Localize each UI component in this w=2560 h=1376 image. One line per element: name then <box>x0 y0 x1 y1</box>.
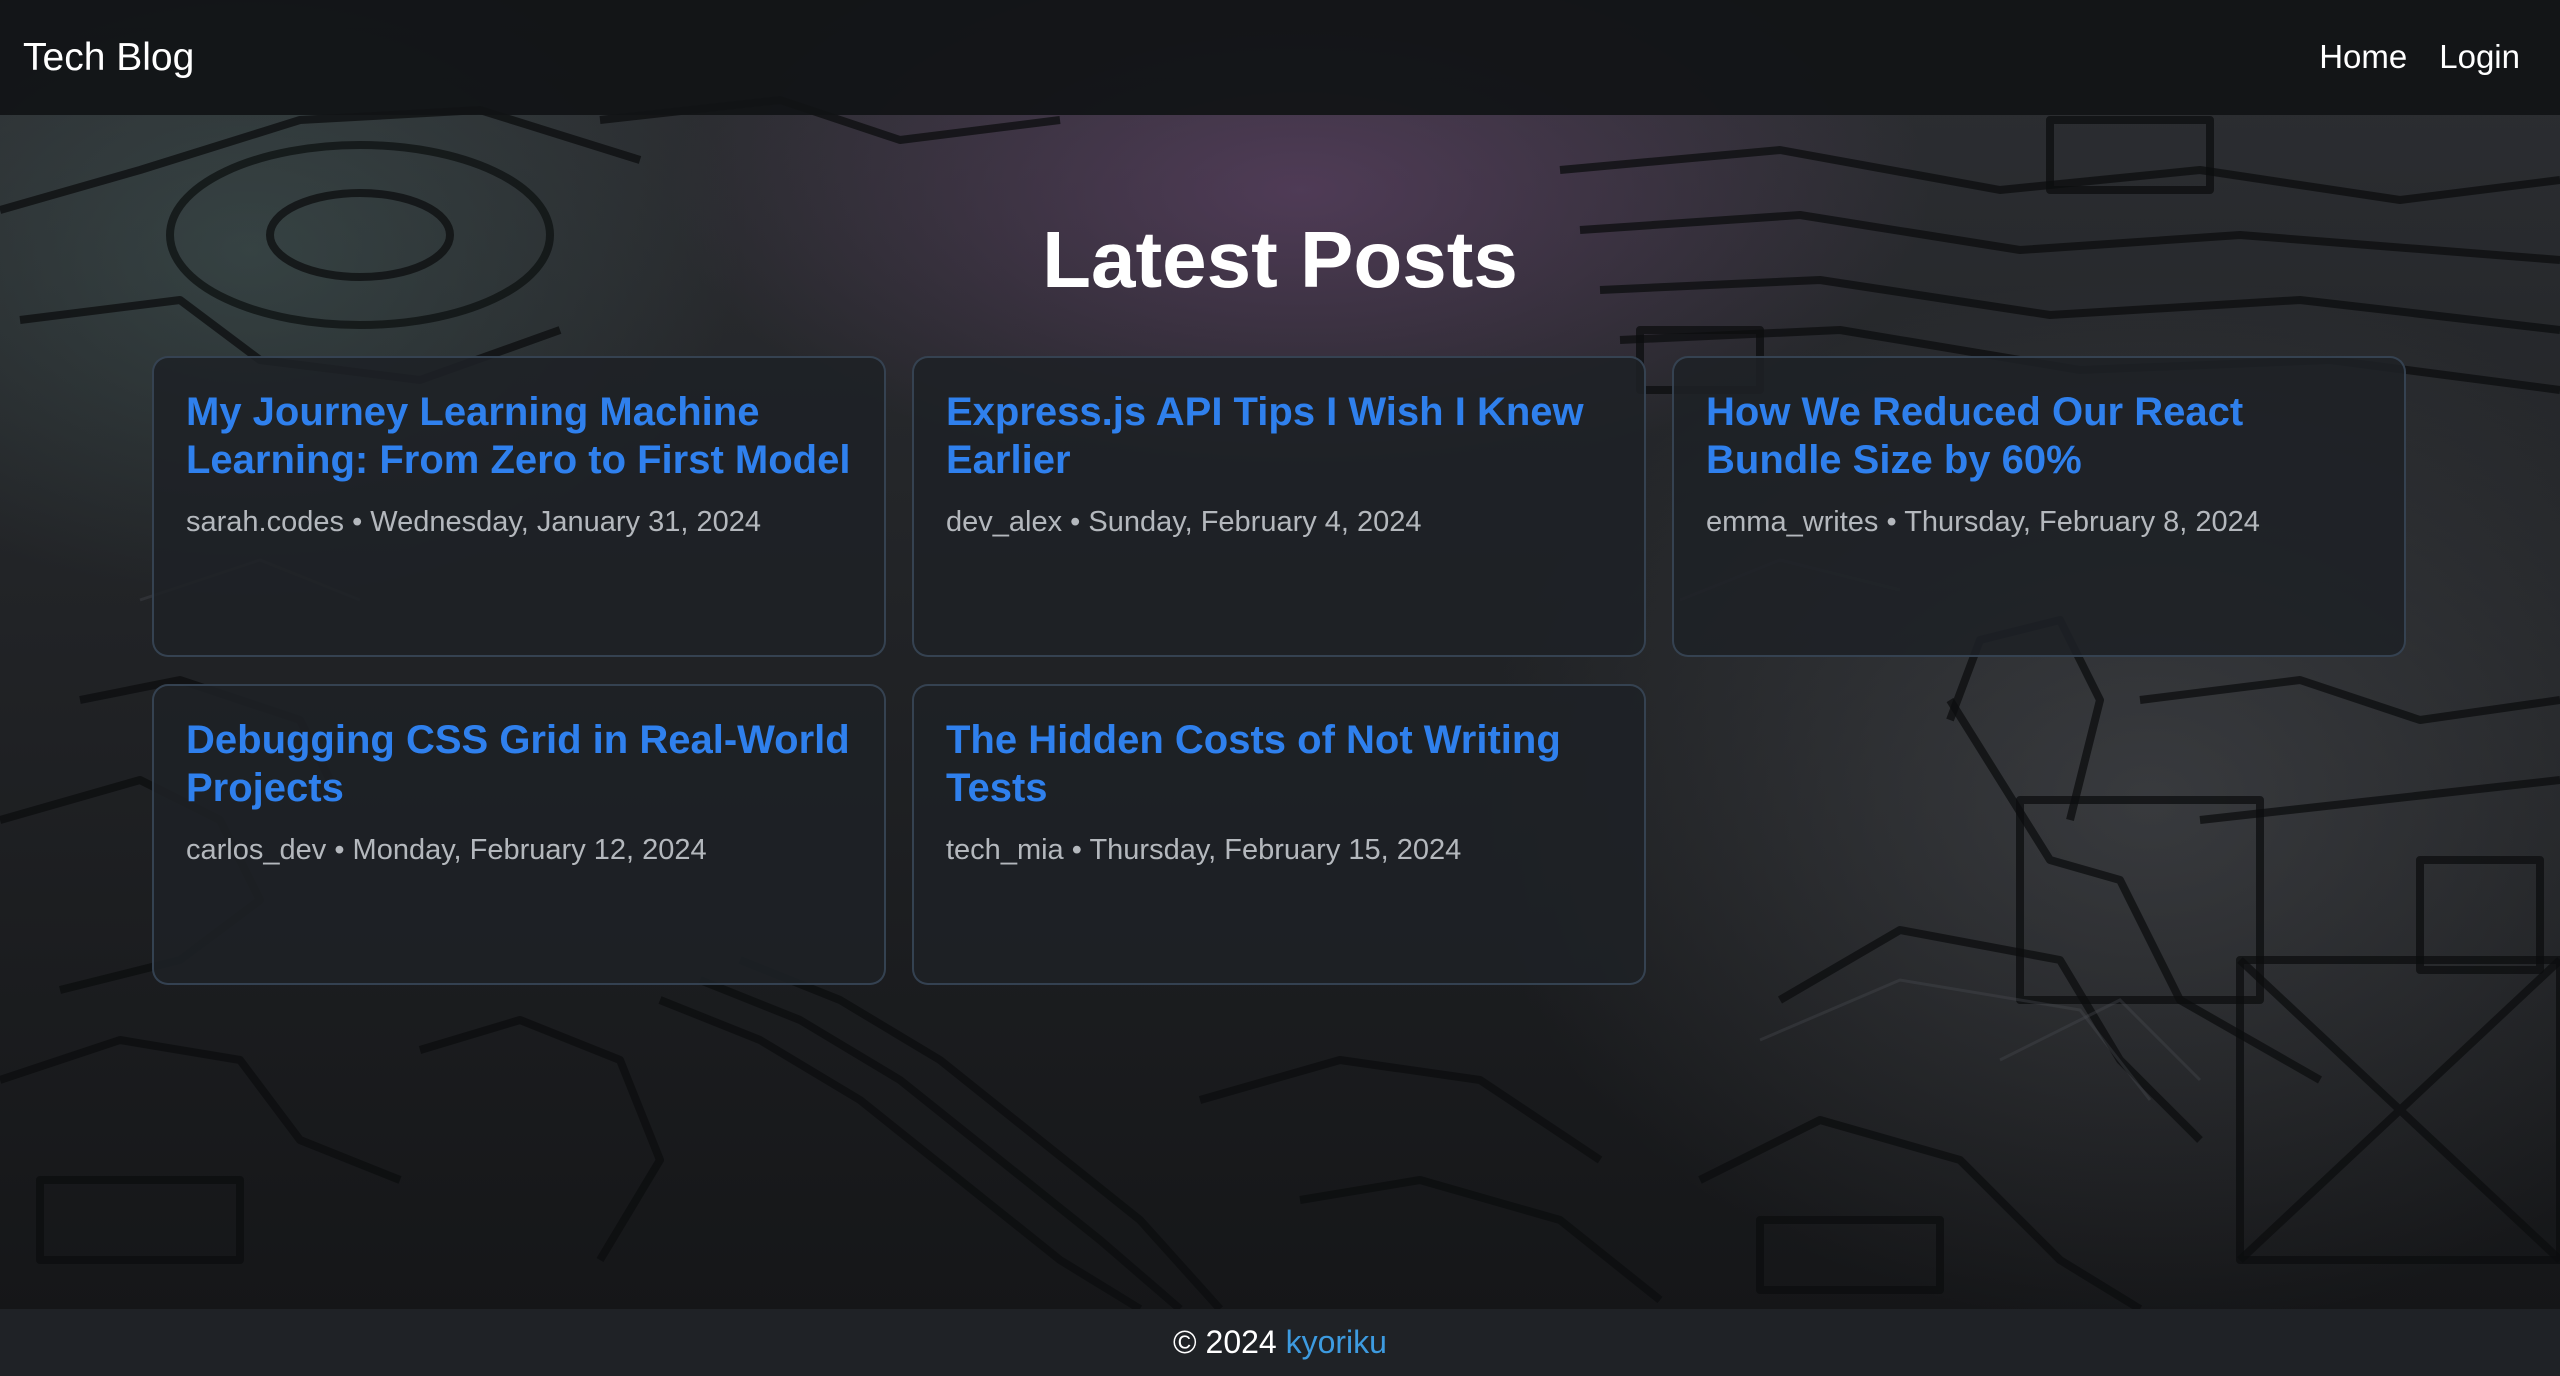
post-title-link[interactable]: The Hidden Costs of Not Writing Tests <box>946 716 1612 812</box>
meta-separator: • <box>352 506 363 538</box>
nav-login-link[interactable]: Login <box>2439 33 2520 81</box>
post-date: Wednesday, January 31, 2024 <box>370 506 761 538</box>
page-title: Latest Posts <box>1042 215 1518 304</box>
post-author: emma_writes <box>1706 506 1879 538</box>
post-meta: dev_alex • Sunday, February 4, 2024 <box>946 502 1612 542</box>
top-navbar: Tech Blog Home Login <box>0 0 2560 115</box>
post-meta: tech_mia • Thursday, February 15, 2024 <box>946 830 1612 870</box>
post-meta: carlos_dev • Monday, February 12, 2024 <box>186 830 852 870</box>
post-date: Monday, February 12, 2024 <box>352 834 707 866</box>
post-author: dev_alex <box>946 506 1063 538</box>
meta-separator: • <box>1071 834 1082 866</box>
post-author: tech_mia <box>946 834 1064 866</box>
post-card: Debugging CSS Grid in Real-World Project… <box>152 684 886 985</box>
posts-grid: My Journey Learning Machine Learning: Fr… <box>152 356 2408 985</box>
post-title-link[interactable]: My Journey Learning Machine Learning: Fr… <box>186 388 852 484</box>
brand-link[interactable]: Tech Blog <box>23 31 194 85</box>
main-nav: Home Login <box>2319 33 2520 81</box>
post-title-link[interactable]: Express.js API Tips I Wish I Knew Earlie… <box>946 388 1612 484</box>
footer: © 2024 kyoriku <box>0 1309 2560 1376</box>
post-meta: sarah.codes • Wednesday, January 31, 202… <box>186 502 852 542</box>
footer-author-link[interactable]: kyoriku <box>1286 1324 1387 1360</box>
footer-copyright: © 2024 <box>1173 1324 1277 1360</box>
post-card: Express.js API Tips I Wish I Knew Earlie… <box>912 356 1646 657</box>
post-date: Thursday, February 15, 2024 <box>1089 834 1462 866</box>
post-card: The Hidden Costs of Not Writing Tests te… <box>912 684 1646 985</box>
nav-home-link[interactable]: Home <box>2319 33 2407 81</box>
post-title-link[interactable]: How We Reduced Our React Bundle Size by … <box>1706 388 2372 484</box>
post-date: Sunday, February 4, 2024 <box>1088 506 1422 538</box>
meta-separator: • <box>1886 506 1897 538</box>
meta-separator: • <box>1070 506 1081 538</box>
post-card: How We Reduced Our React Bundle Size by … <box>1672 356 2406 657</box>
meta-separator: • <box>334 834 345 866</box>
post-date: Thursday, February 8, 2024 <box>1904 506 2260 538</box>
post-meta: emma_writes • Thursday, February 8, 2024 <box>1706 502 2372 542</box>
post-author: sarah.codes <box>186 506 344 538</box>
post-card: My Journey Learning Machine Learning: Fr… <box>152 356 886 657</box>
post-author: carlos_dev <box>186 834 327 866</box>
post-title-link[interactable]: Debugging CSS Grid in Real-World Project… <box>186 716 852 812</box>
